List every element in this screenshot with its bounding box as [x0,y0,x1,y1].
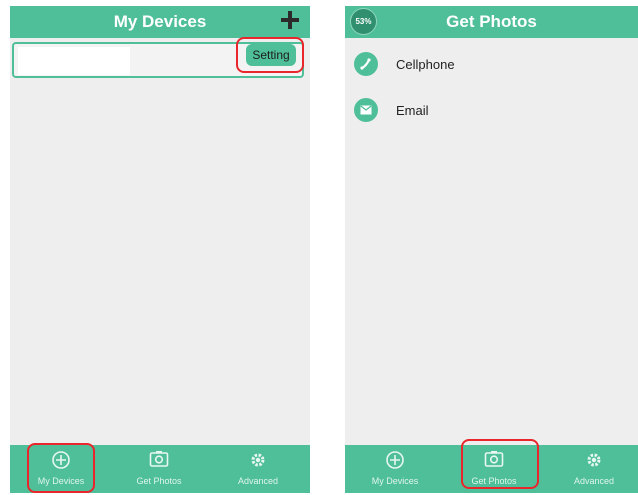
mail-icon [354,98,378,122]
header: 53% Get Photos [345,6,638,38]
plus-circle-icon [385,450,405,475]
list-item-label: Cellphone [396,56,455,72]
list-item-label: Email [396,102,429,118]
tab-label: Advanced [237,476,279,486]
gear-icon [248,450,268,475]
setting-button[interactable]: Setting [246,44,296,66]
device-name-field [18,47,130,75]
tab-label: Get Photos [136,476,182,486]
phone-icon [354,52,378,76]
tab-bar: My Devices Get Photos Advanced [345,439,638,493]
list-item-email[interactable]: Email [345,93,638,127]
tab-highlight [461,439,539,489]
camera-icon [149,450,169,473]
tab-advanced[interactable]: Advanced [549,445,638,493]
tab-get-photos[interactable]: Get Photos [114,445,204,493]
header: My Devices [10,6,310,38]
tab-highlight [27,443,95,493]
device-row[interactable]: Setting [12,37,304,78]
tab-label: Advanced [573,476,615,486]
page-title: Get Photos [446,12,537,31]
tab-advanced[interactable]: Advanced [213,445,303,493]
tab-bar: My Devices Get Photos Advanced [10,443,310,493]
add-device-button[interactable] [278,8,302,32]
setting-highlight: Setting [236,37,304,73]
gear-icon [584,450,604,475]
list-item-cellphone[interactable]: Cellphone [345,47,638,81]
my-devices-screen: My Devices Setting My Devices Get Photos [10,6,310,493]
battery-badge: 53% [350,8,377,35]
get-photos-screen: 53% Get Photos Cellphone Email My Device… [345,6,638,493]
page-title: My Devices [113,12,207,31]
tab-my-devices[interactable]: My Devices [350,445,440,493]
tab-label: My Devices [371,476,419,486]
